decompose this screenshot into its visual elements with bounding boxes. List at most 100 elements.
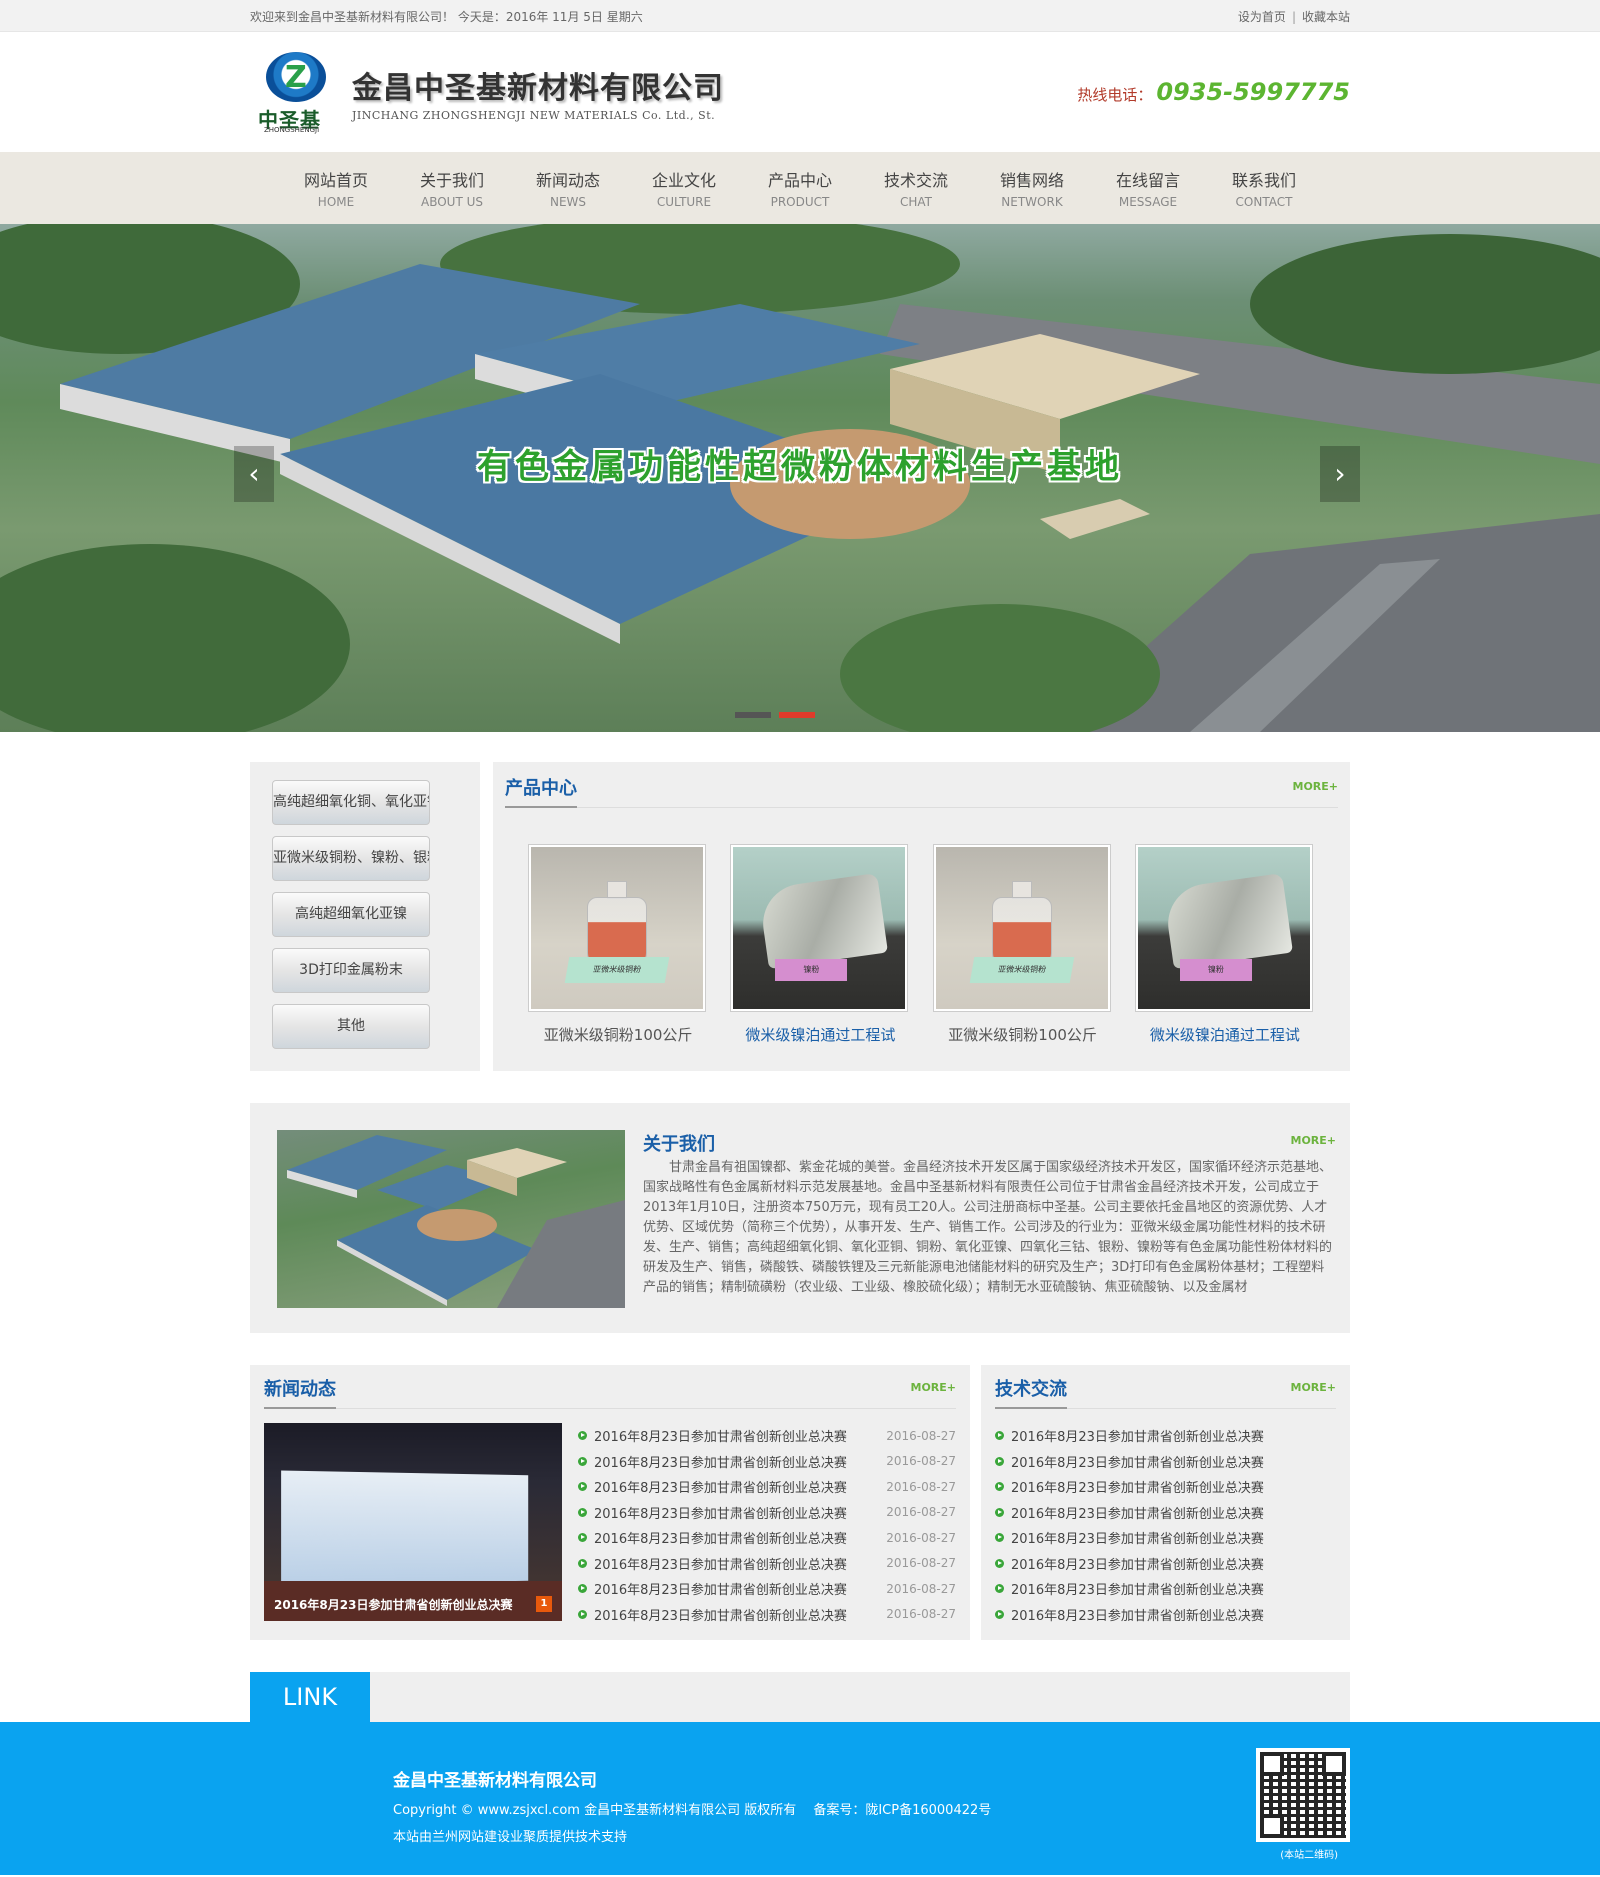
category-sidebar: 高纯超细氧化铜、氧化亚铜 亚微米级铜粉、镍粉、银粉 高纯超细氧化亚镍 3D打印金…	[250, 762, 480, 1071]
tech-item[interactable]: 2016年8月23日参加甘肃省创新创业总决赛	[995, 1551, 1336, 1577]
tech-title[interactable]: 2016年8月23日参加甘肃省创新创业总决赛	[1011, 1477, 1264, 1496]
news-item[interactable]: 2016年8月23日参加甘肃省创新创业总决赛 2016-08-27	[578, 1449, 956, 1475]
news-item[interactable]: 2016年8月23日参加甘肃省创新创业总决赛 2016-08-27	[578, 1576, 956, 1602]
site-logo[interactable]: Z 中圣基 ZHONGSHENGJI 金昌中圣基新材料有限公司 JINCHANG…	[250, 52, 724, 134]
banner-dot[interactable]	[735, 712, 771, 718]
product-name[interactable]: 亚微米级铜粉100公斤	[528, 1024, 708, 1045]
tech-title[interactable]: 2016年8月23日参加甘肃省创新创业总决赛	[1011, 1579, 1264, 1598]
product-list: 亚微米级铜粉 亚微米级铜粉100公斤 镍粉 微米级镍泊通过工程试 亚微米级铜粉 …	[505, 844, 1338, 1045]
nav-item-message[interactable]: 在线留言 MESSAGE	[1090, 167, 1206, 209]
divider: |	[1291, 9, 1296, 24]
news-title[interactable]: 2016年8月23日参加甘肃省创新创业总决赛	[594, 1554, 847, 1573]
tech-title[interactable]: 2016年8月23日参加甘肃省创新创业总决赛	[1011, 1528, 1264, 1547]
tech-title[interactable]: 2016年8月23日参加甘肃省创新创业总决赛	[1011, 1554, 1264, 1573]
news-title[interactable]: 2016年8月23日参加甘肃省创新创业总决赛	[594, 1605, 847, 1624]
news-item[interactable]: 2016年8月23日参加甘肃省创新创业总决赛 2016-08-27	[578, 1525, 956, 1551]
foil-shape	[1162, 873, 1293, 969]
hotline-number: 0935-5997775	[1156, 78, 1350, 106]
nav-label-en: CHAT	[899, 195, 932, 209]
tech-item[interactable]: 2016年8月23日参加甘肃省创新创业总决赛	[995, 1474, 1336, 1500]
more-link[interactable]: MORE+	[1291, 1381, 1337, 1394]
hotline: 热线电话： 0935-5997775	[1077, 78, 1350, 106]
nav-item-chat[interactable]: 技术交流 CHAT	[858, 167, 974, 209]
nav-item-network[interactable]: 销售网络 NETWORK	[974, 167, 1090, 209]
news-title[interactable]: 2016年8月23日参加甘肃省创新创业总决赛	[594, 1528, 847, 1547]
banner-prev-button[interactable]: ‹	[234, 446, 274, 502]
category-button[interactable]: 亚微米级铜粉、镍粉、银粉	[272, 836, 430, 881]
category-button[interactable]: 高纯超细氧化铜、氧化亚铜	[272, 780, 430, 825]
caption-text: 2016年8月23日参加甘肃省创新创业总决赛	[274, 1598, 513, 1612]
link-tab[interactable]: LINK	[250, 1672, 370, 1722]
nav-label: 新闻动态	[535, 171, 600, 190]
news-title[interactable]: 2016年8月23日参加甘肃省创新创业总决赛	[594, 1477, 847, 1496]
product-card[interactable]: 镍粉 微米级镍泊通过工程试	[730, 844, 910, 1045]
product-image[interactable]: 镍粉	[730, 844, 909, 1012]
news-title[interactable]: 2016年8月23日参加甘肃省创新创业总决赛	[594, 1452, 847, 1471]
bullet-icon	[578, 1533, 587, 1543]
product-name[interactable]: 微米级镍泊通过工程试	[1135, 1024, 1315, 1045]
news-item[interactable]: 2016年8月23日参加甘肃省创新创业总决赛 2016-08-27	[578, 1551, 956, 1577]
nav-item-news[interactable]: 新闻动态 NEWS	[510, 167, 626, 209]
news-list: 2016年8月23日参加甘肃省创新创业总决赛 2016-08-27 2016年8月…	[578, 1423, 956, 1627]
news-title[interactable]: 2016年8月23日参加甘肃省创新创业总决赛	[594, 1579, 847, 1598]
news-title[interactable]: 2016年8月23日参加甘肃省创新创业总决赛	[594, 1426, 847, 1445]
about-image[interactable]	[277, 1130, 625, 1308]
product-card[interactable]: 镍粉 微米级镍泊通过工程试	[1134, 844, 1315, 1045]
product-name[interactable]: 亚微米级铜粉100公斤	[933, 1024, 1113, 1045]
tech-item[interactable]: 2016年8月23日参加甘肃省创新创业总决赛	[995, 1525, 1336, 1551]
product-name[interactable]: 微米级镍泊通过工程试	[730, 1024, 910, 1045]
news-item[interactable]: 2016年8月23日参加甘肃省创新创业总决赛 2016-08-27	[578, 1602, 956, 1628]
product-image[interactable]: 亚微米级铜粉	[528, 844, 707, 1012]
qr-code-icon	[1256, 1748, 1350, 1842]
nav-item-about[interactable]: 关于我们 ABOUT US	[394, 167, 510, 209]
tech-item[interactable]: 2016年8月23日参加甘肃省创新创业总决赛	[995, 1576, 1336, 1602]
news-title[interactable]: 2016年8月23日参加甘肃省创新创业总决赛	[594, 1503, 847, 1522]
news-date: 2016-08-27	[886, 1556, 956, 1571]
nav-item-culture[interactable]: 企业文化 CULTURE	[626, 167, 742, 209]
set-home-link[interactable]: 设为首页	[1238, 10, 1286, 24]
news-item[interactable]: 2016年8月23日参加甘肃省创新创业总决赛 2016-08-27	[578, 1474, 956, 1500]
caption-index[interactable]: 1	[536, 1596, 552, 1612]
tech-item[interactable]: 2016年8月23日参加甘肃省创新创业总决赛	[995, 1449, 1336, 1475]
bullet-icon	[995, 1482, 1004, 1492]
banner-next-button[interactable]: ›	[1320, 446, 1360, 502]
news-item[interactable]: 2016年8月23日参加甘肃省创新创业总决赛 2016-08-27	[578, 1423, 956, 1449]
more-link[interactable]: MORE+	[911, 1381, 957, 1394]
product-center: 产品中心 MORE+ 亚微米级铜粉 亚微米级铜粉100公斤 镍粉 微米级镍泊通过…	[493, 762, 1350, 1071]
product-card[interactable]: 亚微米级铜粉 亚微米级铜粉100公斤	[528, 844, 708, 1045]
about-text: 甘肃金昌有祖国镍都、紫金花城的美誉。金昌经济技术开发区属于国家级经济技术开发区，…	[643, 1160, 1333, 1295]
product-card[interactable]: 亚微米级铜粉 亚微米级铜粉100公斤	[932, 844, 1113, 1045]
qr-finder	[1322, 1752, 1346, 1776]
nav-item-product[interactable]: 产品中心 PRODUCT	[742, 167, 858, 209]
hero-banner[interactable]: 有色金属功能性超微粉体材料生产基地 ‹ ›	[0, 224, 1600, 732]
category-button[interactable]: 3D打印金属粉末	[272, 948, 430, 993]
tech-item[interactable]: 2016年8月23日参加甘肃省创新创业总决赛	[995, 1423, 1336, 1449]
category-button[interactable]: 其他	[272, 1004, 430, 1049]
nav-label-en: ABOUT US	[420, 195, 483, 209]
tech-item[interactable]: 2016年8月23日参加甘肃省创新创业总决赛	[995, 1500, 1336, 1526]
foil-shape	[758, 873, 889, 969]
nav-item-home[interactable]: 网站首页 HOME	[278, 167, 394, 209]
tech-item[interactable]: 2016年8月23日参加甘肃省创新创业总决赛	[995, 1602, 1336, 1628]
news-image-caption: 2016年8月23日参加甘肃省创新创业总决赛 1	[264, 1596, 562, 1613]
news-featured-image[interactable]: 2016年8月23日参加甘肃省创新创业总决赛 1	[264, 1423, 562, 1621]
bullet-icon	[578, 1431, 587, 1441]
news-item[interactable]: 2016年8月23日参加甘肃省创新创业总决赛 2016-08-27	[578, 1500, 956, 1526]
product-image[interactable]: 镍粉	[1134, 844, 1313, 1012]
banner-dot-active[interactable]	[779, 712, 815, 718]
product-label-card: 亚微米级铜粉	[564, 957, 670, 983]
more-link[interactable]: MORE+	[1293, 780, 1339, 793]
more-link[interactable]: MORE+	[1291, 1134, 1337, 1147]
tech-title[interactable]: 2016年8月23日参加甘肃省创新创业总决赛	[1011, 1426, 1264, 1445]
product-label-card: 镍粉	[1179, 959, 1252, 981]
category-button[interactable]: 高纯超细氧化亚镍	[272, 892, 430, 937]
tech-title[interactable]: 2016年8月23日参加甘肃省创新创业总决赛	[1011, 1605, 1264, 1624]
favorite-link[interactable]: 收藏本站	[1302, 10, 1350, 24]
news-date: 2016-08-27	[886, 1530, 956, 1545]
product-image[interactable]: 亚微米级铜粉	[932, 844, 1111, 1012]
tech-title[interactable]: 2016年8月23日参加甘肃省创新创业总决赛	[1011, 1503, 1264, 1522]
news-date: 2016-08-27	[886, 1454, 956, 1469]
tech-title[interactable]: 2016年8月23日参加甘肃省创新创业总决赛	[1011, 1452, 1264, 1471]
nav-item-contact[interactable]: 联系我们 CONTACT	[1206, 167, 1322, 209]
footer-support: 本站由兰州网站建设业聚质提供技术支持	[393, 1830, 628, 1845]
